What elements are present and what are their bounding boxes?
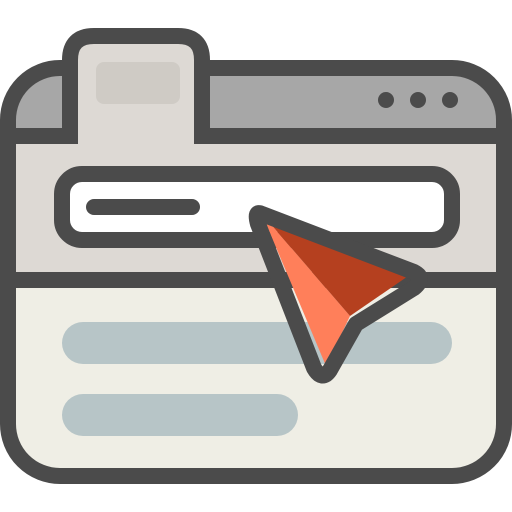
tab-join bbox=[78, 126, 194, 144]
content-panel bbox=[8, 280, 504, 476]
content-line bbox=[62, 322, 452, 364]
tab-highlight-overlay bbox=[96, 62, 180, 104]
browser-window-icon bbox=[0, 28, 512, 484]
content-line bbox=[62, 394, 298, 436]
window-dot-icon[interactable] bbox=[410, 92, 426, 108]
window-dot-icon[interactable] bbox=[378, 92, 394, 108]
browser-window-illustration bbox=[0, 0, 512, 512]
window-dot-icon[interactable] bbox=[442, 92, 458, 108]
